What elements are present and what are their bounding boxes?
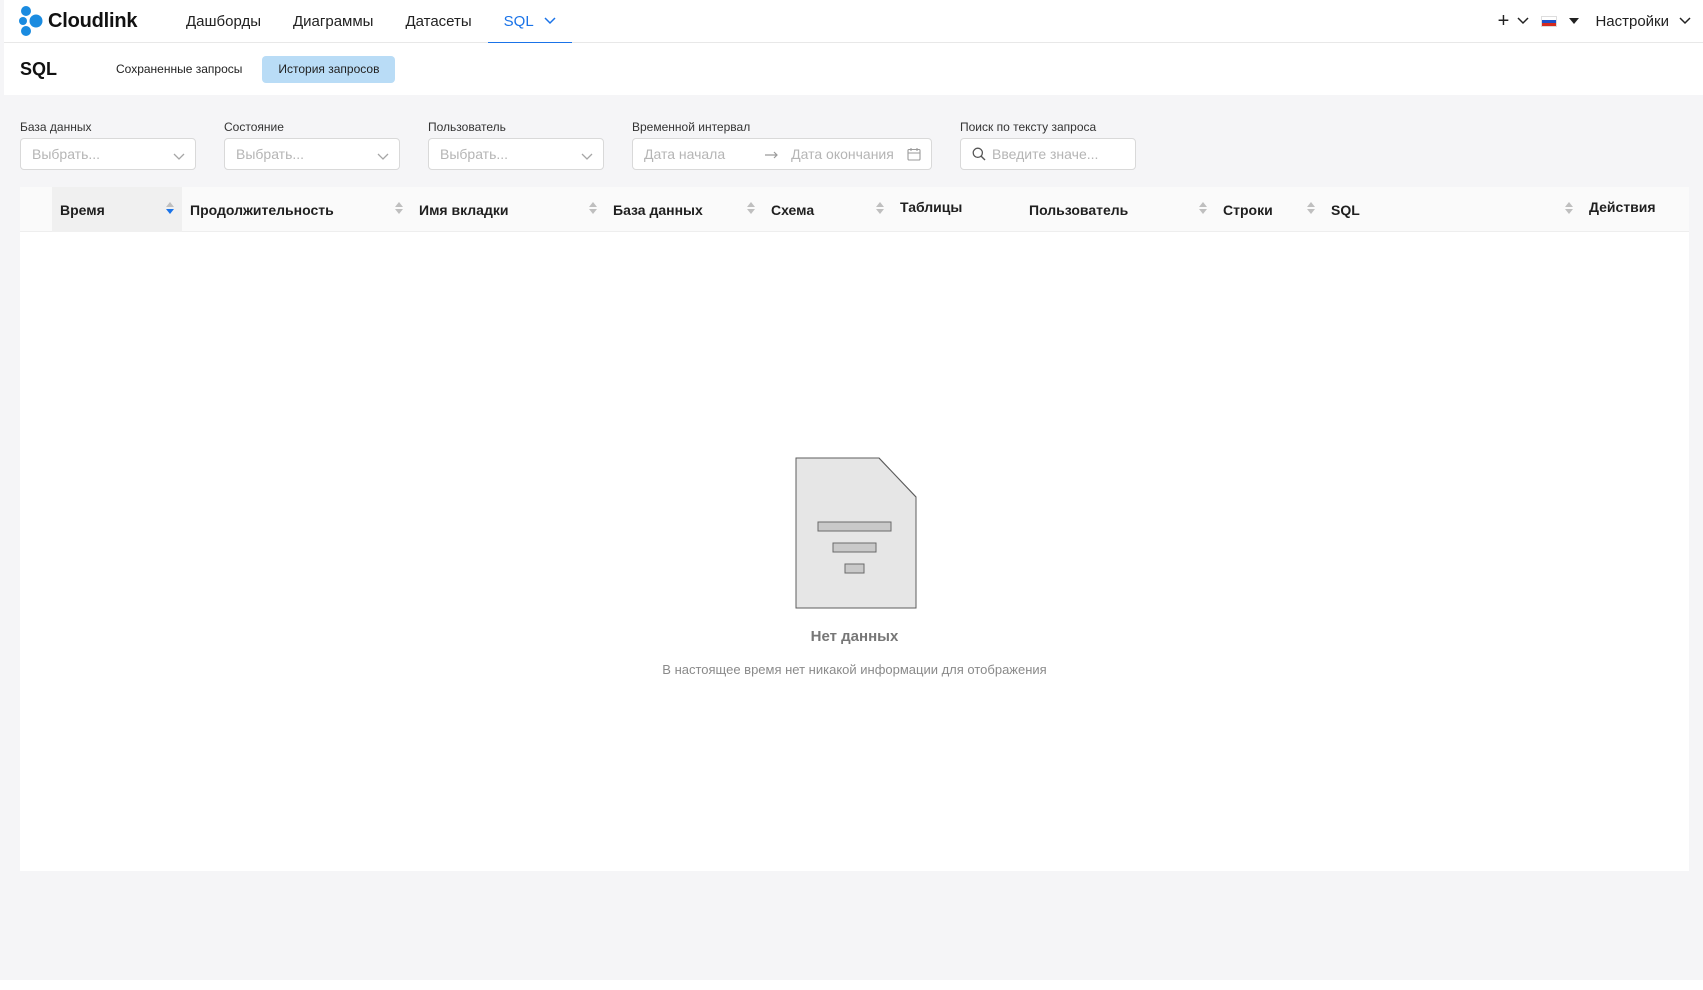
cloudlink-logo-icon [19,6,43,36]
main-nav: Дашборды Диаграммы Датасеты SQL [170,0,572,44]
search-icon [972,147,986,161]
top-navigation: Cloudlink Дашборды Диаграммы Датасеты SQ… [4,0,1703,44]
app-frame: Cloudlink Дашборды Диаграммы Датасеты SQ… [0,0,1703,990]
arrow-right-icon [765,146,779,162]
end-date-input[interactable]: Дата окончания [791,146,894,162]
bottom-strip [0,980,1703,990]
column-header-rows[interactable]: Строки [1215,187,1323,232]
tab-saved-queries[interactable]: Сохраненные запросы [100,56,258,83]
brand-name: Cloudlink [48,9,138,32]
column-header-time[interactable]: Время [52,187,182,232]
plus-icon[interactable]: + [1493,10,1513,33]
sort-icon [1307,202,1315,214]
filter-label: База данных [20,120,92,134]
nav-item-datasets[interactable]: Датасеты [389,0,487,43]
start-date-input[interactable]: Дата начала [644,146,725,162]
chevron-down-icon [581,148,593,164]
sort-icon [589,202,597,214]
filter-database: База данных Выбрать... [20,118,196,170]
query-history-table: Время Продолжительность Имя вкладки База… [20,187,1689,871]
chevron-down-icon [173,148,185,164]
date-range-picker[interactable]: Дата начала Дата окончания [632,138,932,170]
nav-item-charts[interactable]: Диаграммы [277,0,389,43]
sort-icon [1565,202,1573,214]
filter-user: Пользователь Выбрать... [428,118,604,170]
empty-state-title: Нет данных [810,628,899,645]
column-header-schema[interactable]: Схема [763,187,892,232]
brand-logo[interactable]: Cloudlink [18,5,158,37]
sort-icon [395,202,403,214]
chevron-down-icon [544,17,556,25]
state-select[interactable]: Выбрать... [224,138,400,170]
sort-icon [747,202,755,214]
filter-label: Временной интервал [632,120,751,134]
filter-state: Состояние Выбрать... [224,118,400,170]
sort-icon [1199,202,1207,214]
chevron-down-icon [377,148,389,164]
chevron-down-icon[interactable] [1679,17,1691,25]
column-header-duration[interactable]: Продолжительность [182,187,411,232]
empty-state: Нет данных В настоящее время нет никакой… [20,232,1689,871]
nav-item-dashboards[interactable]: Дашборды [170,0,277,43]
caret-down-icon[interactable] [1569,18,1580,24]
column-header-tab-name[interactable]: Имя вкладки [411,187,605,232]
sort-icon [166,202,174,214]
nav-item-sql[interactable]: SQL [487,0,572,44]
filter-time-interval: Временной интервал Дата начала Дата окон… [632,118,932,170]
calendar-icon [907,147,921,164]
column-header-tables: Таблицы [900,199,963,215]
column-header-user[interactable]: Пользователь [1021,187,1215,232]
chevron-down-icon[interactable] [1517,17,1529,25]
column-header-database[interactable]: База данных [605,187,763,232]
filter-search: Поиск по тексту запроса Введите значе... [960,118,1136,170]
nav-right-actions: + Настройки [1493,0,1703,43]
search-input[interactable]: Введите значе... [960,138,1136,170]
sub-header: SQL Сохраненные запросы История запросов [4,43,1703,95]
tab-query-history[interactable]: История запросов [262,55,396,83]
database-select[interactable]: Выбрать... [20,138,196,170]
ru-flag-icon[interactable] [1541,15,1558,27]
column-header-actions: Действия [1589,199,1656,215]
filter-label: Пользователь [428,120,506,134]
user-select[interactable]: Выбрать... [428,138,604,170]
empty-state-description: В настоящее время нет никакой информации… [662,662,1047,677]
settings-menu[interactable]: Настройки [1595,13,1669,30]
filter-label: Поиск по тексту запроса [960,120,1097,134]
sort-icon [876,202,884,214]
page-title: SQL [20,58,58,79]
column-header-sql[interactable]: SQL [1323,187,1581,232]
filter-label: Состояние [224,120,284,134]
table-header: Время Продолжительность Имя вкладки База… [20,187,1689,232]
empty-document-icon [795,457,917,614]
